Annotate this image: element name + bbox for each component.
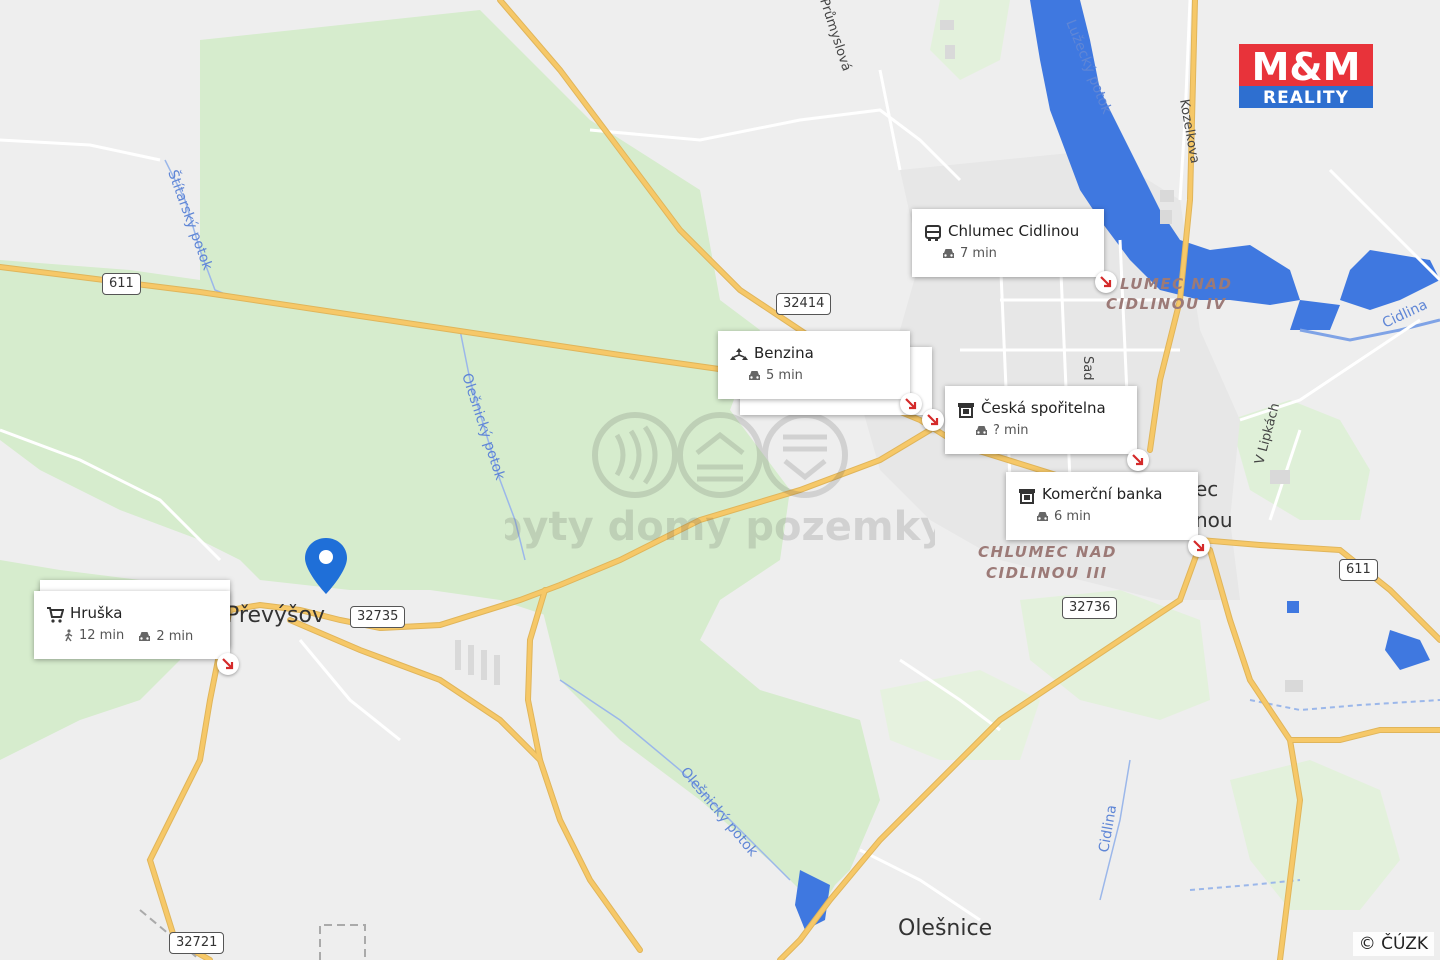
watermark-text: byty domy pozemky bbox=[505, 504, 935, 550]
poi-pointer-arrow-icon[interactable] bbox=[1095, 271, 1117, 293]
drive-time: ? min bbox=[975, 423, 1029, 438]
poi-card-benzina[interactable]: Benzina 5 min bbox=[718, 331, 910, 399]
car-icon bbox=[749, 371, 760, 380]
car-icon bbox=[139, 632, 151, 641]
place-label: Převýšov bbox=[226, 603, 325, 628]
poi-card-hruska[interactable]: Hruška 12 min 2 min bbox=[34, 591, 230, 659]
walk-time-value: 12 min bbox=[79, 628, 125, 643]
logo-top-text: M&M bbox=[1252, 45, 1361, 89]
poi-pointer-arrow-icon[interactable] bbox=[1188, 535, 1210, 557]
car-icon bbox=[943, 249, 954, 258]
poi-title: Chlumec Cidlinou bbox=[948, 222, 1080, 240]
poi-card-chlumec-cidlinou[interactable]: Chlumec Cidlinou 7 min bbox=[912, 209, 1104, 277]
poi-title: Hruška bbox=[70, 604, 123, 622]
road-number-shield: 32414 bbox=[776, 293, 832, 315]
road-number-shield: 611 bbox=[1339, 559, 1378, 581]
district-label: CHLUMEC NAD bbox=[978, 543, 1117, 561]
drive-time-value: 6 min bbox=[1054, 509, 1091, 524]
drive-time: 6 min bbox=[1036, 509, 1091, 524]
map-copyright: © ČÚZK bbox=[1352, 932, 1434, 956]
road-number-shield: 32735 bbox=[350, 606, 406, 628]
drive-time: 2 min bbox=[138, 629, 193, 644]
street-label: Sad bbox=[1080, 356, 1095, 380]
poi-title: Benzina bbox=[754, 344, 814, 362]
drive-time-value: ? min bbox=[993, 423, 1029, 438]
shopping-cart-icon bbox=[47, 607, 64, 623]
drive-time: 5 min bbox=[748, 368, 803, 383]
poi-card-komercni-banka[interactable]: Komerční banka 6 min bbox=[1006, 472, 1198, 540]
atm-icon bbox=[1019, 489, 1035, 504]
poi-pointer-arrow-icon[interactable] bbox=[217, 653, 239, 675]
logo-bottom-text: REALITY bbox=[1263, 88, 1349, 108]
mm-reality-logo: M&M REALITY bbox=[1239, 44, 1373, 108]
district-label: LUMEC NAD bbox=[1120, 275, 1232, 293]
watermark-logo: byty domy pozemky bbox=[505, 412, 935, 550]
road-number-shield: 611 bbox=[102, 273, 141, 295]
walk-time: 12 min bbox=[64, 628, 124, 643]
place-label: ec bbox=[1195, 477, 1218, 501]
poi-pointer-arrow-icon[interactable] bbox=[1127, 449, 1149, 471]
place-label: nou bbox=[1195, 508, 1233, 532]
poi-title: Komerční banka bbox=[1042, 485, 1163, 503]
bus-icon bbox=[925, 225, 941, 241]
place-label: Olešnice bbox=[898, 916, 992, 941]
location-pin-icon[interactable] bbox=[303, 536, 349, 596]
road-number-shield: 32721 bbox=[169, 932, 225, 954]
gas-station-icon bbox=[730, 348, 748, 360]
poi-pointer-arrow-icon[interactable] bbox=[922, 409, 944, 431]
map-canvas[interactable]: Štítarský potok Olešnický potok Olešnick… bbox=[0, 0, 1440, 960]
district-label: CIDLINOU IV bbox=[1106, 295, 1227, 313]
walking-icon bbox=[65, 629, 73, 642]
district-label: CIDLINOU III bbox=[986, 564, 1108, 582]
poi-pointer-arrow-icon[interactable] bbox=[900, 393, 922, 415]
poi-title: Česká spořitelna bbox=[981, 399, 1106, 417]
car-icon bbox=[976, 426, 987, 435]
car-icon bbox=[1037, 512, 1048, 521]
atm-icon bbox=[958, 403, 974, 418]
poi-card-ceska-sporitelna[interactable]: Česká spořitelna ? min bbox=[945, 386, 1137, 454]
drive-time-value: 7 min bbox=[960, 246, 997, 261]
drive-time-value: 2 min bbox=[156, 629, 194, 644]
road-number-shield: 32736 bbox=[1062, 597, 1118, 619]
drive-time-value: 5 min bbox=[766, 368, 803, 383]
drive-time: 7 min bbox=[942, 246, 997, 261]
